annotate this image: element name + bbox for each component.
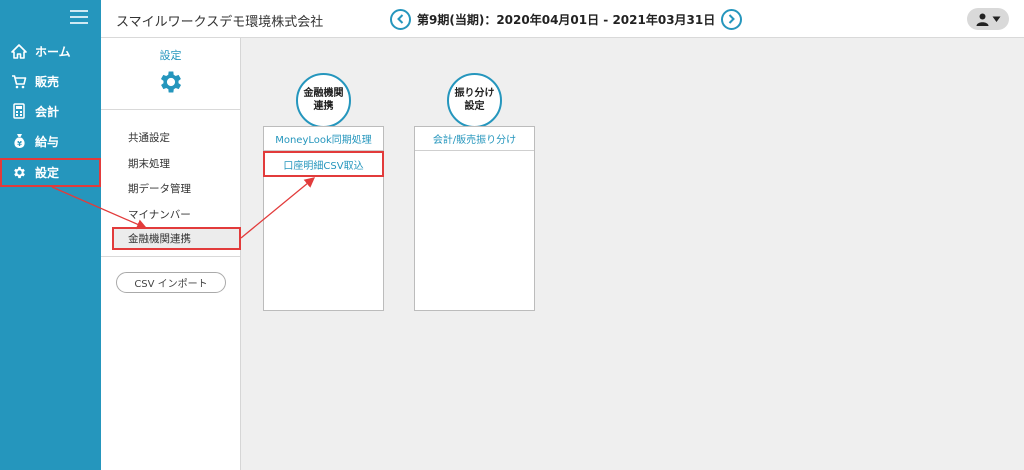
sidebar: ホーム 販売 会計 ¥ 給与 設定	[0, 0, 101, 470]
svg-text:¥: ¥	[17, 140, 22, 148]
main-content: 金融機関 連携 振り分け 設定 MoneyLook同期処理 口座明細CSV取込 会計…	[241, 38, 1024, 470]
home-icon	[9, 41, 29, 61]
category-label-line2: 連携	[313, 100, 334, 112]
settings-menu-year-end[interactable]: 期末処理	[128, 156, 170, 171]
sidebar-item-home[interactable]: ホーム	[0, 37, 101, 65]
money-bag-icon: ¥	[9, 131, 29, 151]
user-icon	[976, 13, 988, 26]
gear-icon	[9, 163, 29, 183]
hamburger-menu-icon[interactable]	[70, 10, 88, 24]
sidebar-item-label: ホーム	[35, 44, 71, 59]
sidebar-item-sales[interactable]: 販売	[0, 67, 101, 95]
settings-menu-period-data[interactable]: 期データ管理	[128, 181, 191, 196]
sidebar-item-payroll[interactable]: ¥ 給与	[0, 127, 101, 155]
period-selector: 第9期(当期)：2020年04月01日 - 2021年03月31日	[390, 8, 743, 30]
settings-menu-my-number[interactable]: マイナンバー	[128, 207, 191, 222]
csv-import-button[interactable]: CSV インポート	[116, 272, 226, 293]
settings-title: 設定	[159, 49, 182, 62]
category-label-line1: 金融機関	[303, 88, 344, 99]
chevron-left-icon	[397, 14, 404, 24]
card-allocation: 会計/販売振り分け	[414, 126, 535, 311]
category-label-line1: 振り分け	[454, 88, 495, 99]
period-label: 第9期(当期)：2020年04月01日 - 2021年03月31日	[417, 12, 716, 27]
card-moneylook: MoneyLook同期処理 口座明細CSV取込	[263, 126, 384, 311]
sidebar-item-settings[interactable]: 設定	[0, 158, 101, 187]
category-bank-integration: 金融機関 連携	[296, 73, 351, 128]
top-bar: スマイルワークスデモ環境株式会社 第9期(当期)：2020年04月01日 - 2…	[101, 0, 1024, 38]
settings-menu-common[interactable]: 共通設定	[128, 130, 170, 145]
card-header[interactable]: 会計/販売振り分け	[415, 127, 534, 151]
settings-gear-icon	[157, 68, 185, 100]
cart-icon	[9, 71, 29, 91]
sidebar-item-label: 給与	[35, 134, 60, 149]
settings-panel: 設定 共通設定 期末処理 期データ管理 マイナンバー 金融機関連携 CSV イン…	[101, 38, 241, 470]
calculator-icon	[9, 101, 29, 121]
company-name: スマイルワークスデモ環境株式会社	[116, 15, 324, 30]
next-period-button[interactable]	[721, 8, 743, 30]
settings-menu-bank-integration[interactable]: 金融機関連携	[112, 227, 241, 250]
sidebar-item-accounting[interactable]: 会計	[0, 97, 101, 125]
settings-divider	[101, 256, 240, 257]
sidebar-item-label: 設定	[35, 166, 60, 180]
previous-period-button[interactable]	[390, 8, 411, 30]
category-label-line2: 設定	[464, 100, 485, 112]
sidebar-item-label: 販売	[35, 74, 60, 89]
category-allocation-settings: 振り分け 設定	[447, 73, 502, 128]
chevron-right-icon	[729, 14, 736, 24]
sidebar-item-label: 会計	[35, 104, 60, 119]
card-header[interactable]: MoneyLook同期処理	[264, 127, 383, 151]
app-root: ホーム 販売 会計 ¥ 給与 設定 スマイルワークスデモ環境株式会社 第9期(当…	[0, 0, 1024, 470]
account-statement-csv-import-link[interactable]: 口座明細CSV取込	[263, 151, 384, 177]
user-menu-button[interactable]	[967, 8, 1009, 30]
settings-header: 設定	[101, 38, 240, 110]
caret-down-icon	[992, 16, 1000, 22]
